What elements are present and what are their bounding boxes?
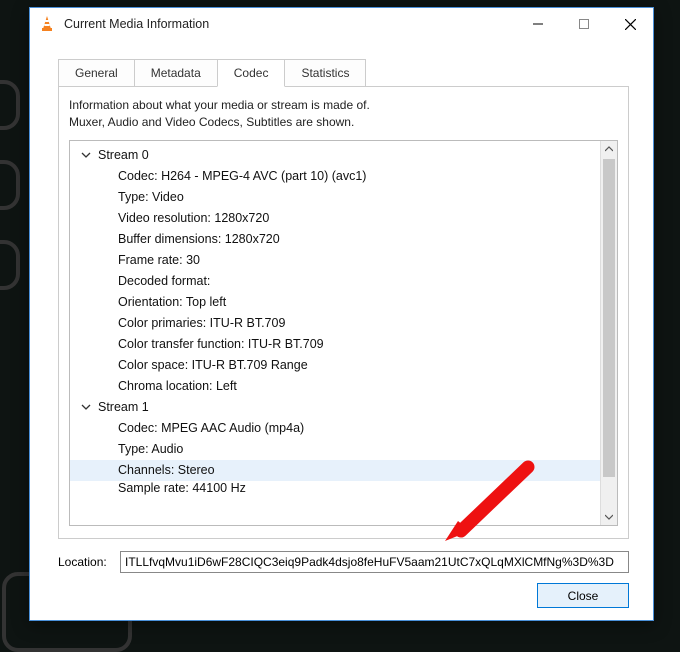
scroll-down-button[interactable] bbox=[601, 508, 617, 525]
location-label: Location: bbox=[58, 555, 120, 569]
tree-item[interactable]: Chroma location: Left bbox=[70, 376, 600, 397]
description-line: Muxer, Audio and Video Codecs, Subtitles… bbox=[69, 114, 618, 131]
minimize-button[interactable] bbox=[515, 8, 561, 40]
tab-statistics[interactable]: Statistics bbox=[284, 59, 366, 87]
tree-item[interactable]: Orientation: Top left bbox=[70, 292, 600, 313]
vlc-icon bbox=[38, 15, 56, 33]
location-row: Location: bbox=[58, 551, 629, 573]
vertical-scrollbar[interactable] bbox=[600, 141, 617, 525]
window-title: Current Media Information bbox=[64, 17, 515, 31]
description-line: Information about what your media or str… bbox=[69, 97, 618, 114]
background-shape bbox=[0, 240, 20, 290]
media-information-window: Current Media Information General Metada… bbox=[29, 7, 654, 621]
tree-item[interactable]: Type: Video bbox=[70, 187, 600, 208]
scroll-thumb[interactable] bbox=[603, 159, 615, 477]
chevron-down-icon bbox=[80, 401, 92, 413]
window-buttons bbox=[515, 8, 653, 40]
tree-item-selected[interactable]: Channels: Stereo bbox=[70, 460, 600, 481]
tree-stream-1[interactable]: Stream 1 bbox=[70, 397, 600, 418]
tree-item[interactable]: Frame rate: 30 bbox=[70, 250, 600, 271]
tree-item[interactable]: Type: Audio bbox=[70, 439, 600, 460]
tree-label: Stream 0 bbox=[98, 148, 149, 162]
tree-label: Stream 1 bbox=[98, 400, 149, 414]
close-window-button[interactable] bbox=[607, 8, 653, 40]
tree-item[interactable]: Codec: H264 - MPEG-4 AVC (part 10) (avc1… bbox=[70, 166, 600, 187]
tree-item[interactable]: Buffer dimensions: 1280x720 bbox=[70, 229, 600, 250]
dialog-buttons: Close bbox=[58, 583, 629, 608]
chevron-down-icon bbox=[80, 149, 92, 161]
tree-item[interactable]: Decoded format: bbox=[70, 271, 600, 292]
tree-item[interactable]: Color space: ITU-R BT.709 Range bbox=[70, 355, 600, 376]
codec-tree[interactable]: Stream 0 Codec: H264 - MPEG-4 AVC (part … bbox=[70, 141, 600, 496]
tree-stream-0[interactable]: Stream 0 bbox=[70, 145, 600, 166]
panel-description: Information about what your media or str… bbox=[69, 97, 618, 132]
tree-item[interactable]: Video resolution: 1280x720 bbox=[70, 208, 600, 229]
tree-item[interactable]: Color primaries: ITU-R BT.709 bbox=[70, 313, 600, 334]
codec-panel: Information about what your media or str… bbox=[58, 86, 629, 539]
background-shape bbox=[0, 160, 20, 210]
scroll-up-button[interactable] bbox=[601, 141, 617, 158]
tree-item[interactable]: Sample rate: 44100 Hz bbox=[70, 481, 600, 496]
tab-codec[interactable]: Codec bbox=[217, 59, 286, 87]
tab-metadata[interactable]: Metadata bbox=[134, 59, 218, 87]
tree-item[interactable]: Color transfer function: ITU-R BT.709 bbox=[70, 334, 600, 355]
maximize-button[interactable] bbox=[561, 8, 607, 40]
codec-tree-container: Stream 0 Codec: H264 - MPEG-4 AVC (part … bbox=[69, 140, 618, 526]
tab-strip: General Metadata Codec Statistics bbox=[58, 58, 629, 86]
titlebar[interactable]: Current Media Information bbox=[30, 8, 653, 40]
window-body: General Metadata Codec Statistics Inform… bbox=[30, 40, 653, 620]
location-input[interactable] bbox=[120, 551, 629, 573]
close-button[interactable]: Close bbox=[537, 583, 629, 608]
background-shape bbox=[0, 80, 20, 130]
tab-general[interactable]: General bbox=[58, 59, 135, 87]
tree-item[interactable]: Codec: MPEG AAC Audio (mp4a) bbox=[70, 418, 600, 439]
